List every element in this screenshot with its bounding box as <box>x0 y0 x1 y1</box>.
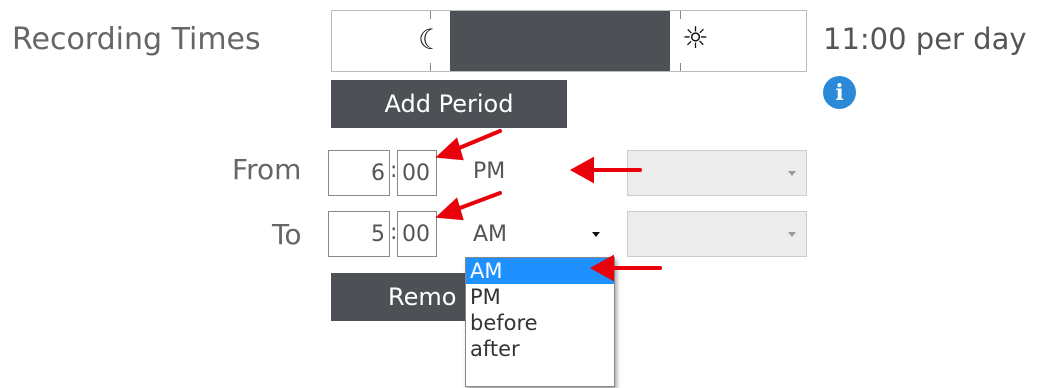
arrow-icon <box>569 156 642 184</box>
arrow-icon <box>435 191 502 221</box>
arrow-icon <box>589 254 662 282</box>
annotation-arrows <box>435 129 662 282</box>
arrow-icon <box>435 129 502 161</box>
